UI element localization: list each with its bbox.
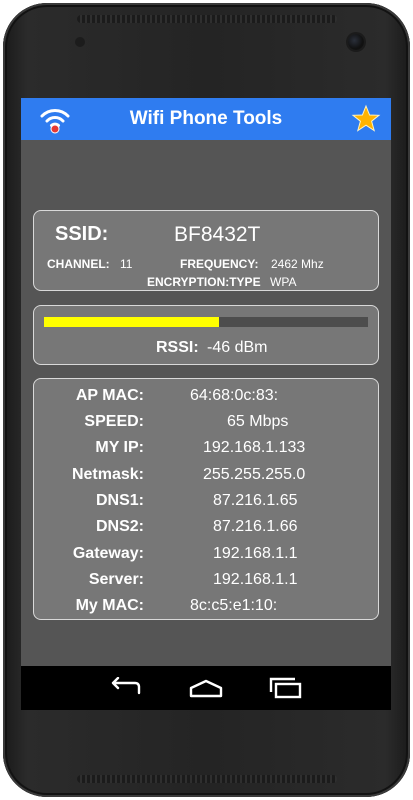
action-bar: Wifi Phone Tools: [21, 98, 391, 140]
signal-card: RSSI: -46 dBm: [33, 305, 379, 365]
dns1-label: DNS1:: [95, 492, 144, 509]
server-label: Server:: [88, 571, 144, 588]
ap-mac-label: AP MAC:: [75, 387, 144, 404]
rssi-label: RSSI:: [156, 339, 199, 356]
gateway-value: 192.168.1.1: [213, 545, 298, 562]
ssid-label: SSID:: [55, 223, 109, 245]
rssi-value: -46 dBm: [207, 339, 268, 356]
earpiece-speaker: [76, 15, 337, 23]
frequency-value: 2462 Mhz: [271, 257, 324, 271]
app-title: Wifi Phone Tools: [129, 108, 283, 129]
server-value: 192.168.1.1: [213, 571, 298, 588]
front-camera: [348, 34, 364, 50]
recent-apps-icon[interactable]: [267, 677, 303, 699]
ssid-value: BF8432T: [174, 223, 261, 246]
encryption-label: ENCRYPTION:TYPE: [147, 275, 261, 289]
dns2-value: 87.216.1.66: [213, 518, 298, 535]
channel-label: CHANNEL:: [47, 257, 110, 271]
channel-value: 11: [120, 257, 133, 271]
dns2-label: DNS2:: [95, 518, 144, 535]
my-ip-value: 192.168.1.133: [203, 439, 306, 456]
signal-strength-bar: [44, 317, 368, 327]
netmask-label: Netmask:: [71, 466, 144, 483]
my-mac-value: 8c:c5:e1:10:: [190, 597, 278, 614]
my-mac-label: My MAC:: [75, 597, 144, 614]
bottom-speaker: [76, 775, 337, 783]
dns1-value: 87.216.1.65: [213, 492, 298, 509]
star-icon[interactable]: [351, 104, 381, 134]
navigation-bar: [21, 666, 391, 710]
app-screen: Wifi Phone Tools SSID: BF8432T CHANNEL: …: [21, 98, 391, 710]
netmask-value: 255.255.255.0: [203, 466, 306, 483]
ssid-card: SSID: BF8432T CHANNEL: 11 FREQUENCY: 246…: [33, 210, 379, 291]
details-card: AP MAC: 64:68:0c:83: SPEED: 65 Mbps MY I…: [33, 378, 379, 620]
speed-value: 65 Mbps: [227, 413, 289, 430]
my-ip-label: MY IP:: [95, 439, 144, 456]
ap-mac-value: 64:68:0c:83:: [190, 387, 279, 404]
back-icon[interactable]: [107, 677, 143, 699]
encryption-value: WPA: [270, 275, 297, 289]
frequency-label: FREQUENCY:: [180, 257, 259, 271]
proximity-sensor: [75, 37, 85, 47]
speed-label: SPEED:: [84, 413, 144, 430]
home-icon[interactable]: [188, 677, 224, 699]
gateway-label: Gateway:: [72, 545, 144, 562]
signal-strength-fill: [44, 317, 219, 327]
